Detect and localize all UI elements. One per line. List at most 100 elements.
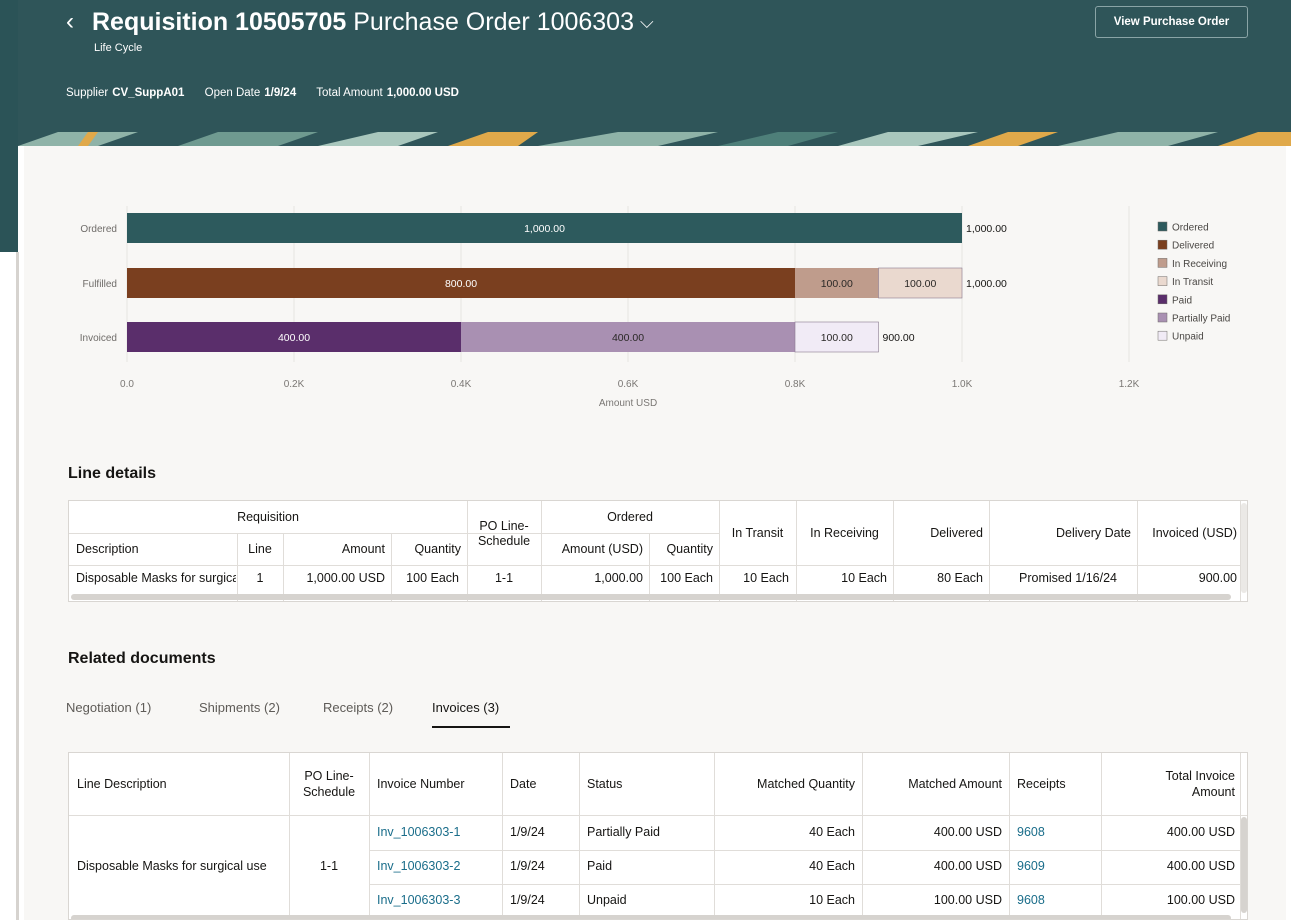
legend-swatch <box>1157 330 1168 341</box>
x-tick-label: 0.6K <box>618 379 639 390</box>
tab-receipts[interactable]: Receipts (2) <box>323 700 393 715</box>
y-category-label: Ordered <box>80 224 117 235</box>
legend-swatch <box>1157 258 1168 268</box>
invoice-matched-amount-1: 400.00 USD <box>933 825 1002 839</box>
active-tab-indicator <box>432 726 510 728</box>
col-line: Line <box>248 542 272 556</box>
supplier-value: CV_SuppA01 <box>112 87 185 99</box>
bar-data-label: 400.00 <box>278 332 310 344</box>
receipt-link-3[interactable]: 9608 <box>1017 893 1045 907</box>
col-delivery-date: Delivery Date <box>1055 526 1131 540</box>
page-subtitle: Life Cycle <box>94 42 143 54</box>
col-receipts: Receipts <box>1017 777 1066 791</box>
bar-total-label: 1,000.00 <box>966 223 1007 235</box>
col-po-line-schedule-line2: Schedule <box>302 785 356 799</box>
line-details-table: Requisition PO Line- Schedule Ordered De… <box>68 500 1248 602</box>
banner-art <box>18 132 1291 146</box>
legend-swatch <box>1157 239 1168 250</box>
x-tick-label: 0.8K <box>785 379 806 390</box>
x-tick-label: 0.2K <box>284 379 305 390</box>
line-details-title: Line details <box>68 465 157 482</box>
col-quantity: Quantity <box>414 542 461 556</box>
po-line-schedule-header-line2: Schedule <box>477 534 531 548</box>
legend-label: Paid <box>1172 295 1192 306</box>
col-total-invoice-line1: Total Invoice <box>1165 769 1235 783</box>
tab-invoices[interactable]: Invoices (3) <box>432 700 499 715</box>
inv-line-description: Disposable Masks for surgical use <box>77 859 267 873</box>
open-date-value: 1/9/24 <box>264 87 297 99</box>
supplier-label: Supplier <box>66 87 109 99</box>
y-category-label: Invoiced <box>80 333 117 344</box>
line-details-vscroll[interactable] <box>1241 503 1247 593</box>
col-matched-quantity: Matched Quantity <box>757 777 855 791</box>
legend-label: Delivered <box>1172 241 1214 252</box>
row-po-line-schedule: 1-1 <box>494 571 514 585</box>
invoice-date-1: 1/9/24 <box>510 825 545 839</box>
invoice-date-3: 1/9/24 <box>510 893 545 907</box>
legend-label: Partially Paid <box>1172 314 1230 325</box>
col-date: Date <box>510 777 537 791</box>
col-po-line-schedule: PO Line- Schedule <box>289 768 369 800</box>
ordered-group-header: Ordered <box>607 510 653 524</box>
tab-shipments[interactable]: Shipments (2) <box>199 700 280 715</box>
col-description: Description <box>76 542 139 556</box>
col-line-description: Line Description <box>77 777 167 791</box>
legend-label: In Transit <box>1172 277 1213 288</box>
col-delivered: Delivered <box>930 526 983 540</box>
x-tick-label: 1.0K <box>952 379 973 390</box>
left-scrollbar[interactable] <box>16 252 19 920</box>
col-ordered-amount: Amount (USD) <box>561 542 643 556</box>
row-delivery-date: Promised 1/16/24 <box>1019 571 1117 585</box>
row-ordered-quantity: 100 Each <box>660 571 713 585</box>
col-total-invoice-line2: Amount <box>1191 785 1235 799</box>
invoice-status-2: Paid <box>587 859 613 873</box>
related-documents-title: Related documents <box>68 650 216 667</box>
invoices-vscroll[interactable] <box>1241 817 1247 913</box>
y-category-label: Fulfilled <box>83 279 117 290</box>
row-amount: 1,000.00 USD <box>306 571 385 585</box>
chevron-down-icon[interactable]: ⌵ <box>640 12 654 32</box>
requisition-title: Requisition 10505705 <box>92 8 347 36</box>
tab-negotiation[interactable]: Negotiation (1) <box>66 700 151 715</box>
x-tick-label: 0.0 <box>120 379 134 390</box>
back-chevron-icon[interactable]: ‹ <box>66 8 74 36</box>
row-description: Disposable Masks for surgical use <box>76 571 236 585</box>
invoice-date-2: 1/9/24 <box>510 859 545 873</box>
col-in-receiving: In Receiving <box>810 526 879 540</box>
x-tick-label: 0.4K <box>451 379 472 390</box>
legend-label: Unpaid <box>1172 332 1204 343</box>
invoices-hscroll[interactable] <box>71 915 1231 919</box>
lifecycle-chart: 0.0 0.2K 0.4K 0.6K 0.8K 1.0K 1.2K Amount USD Ord… <box>80 206 1230 409</box>
receipt-link-2[interactable]: 9609 <box>1017 859 1045 873</box>
bar-data-label: 100.00 <box>821 278 853 290</box>
total-amount-value: 1,000.00 USD <box>386 87 459 99</box>
col-amount: Amount <box>341 542 385 556</box>
col-invoice-number: Invoice Number <box>377 777 465 791</box>
legend-swatch <box>1157 221 1168 232</box>
bar-data-label: 100.00 <box>904 278 936 290</box>
col-total-invoice-amount: Total Invoice Amount <box>1101 768 1235 800</box>
view-purchase-order-button[interactable]: View Purchase Order <box>1095 6 1248 38</box>
main-card: 0.0 0.2K 0.4K 0.6K 0.8K 1.0K 1.2K Amount USD Ord… <box>24 146 1286 920</box>
invoice-link-3[interactable]: Inv_1006303-3 <box>377 893 460 907</box>
invoice-status-3: Unpaid <box>587 893 627 907</box>
po-title: Purchase Order 1006303 <box>353 8 634 36</box>
row-delivered: 80 Each <box>937 571 983 585</box>
row-ordered-amount: 1,000.00 <box>594 571 643 585</box>
row-quantity: 100 Each <box>406 571 459 585</box>
legend-label: In Receiving <box>1172 259 1227 270</box>
invoice-link-2[interactable]: Inv_1006303-2 <box>377 859 460 873</box>
invoice-link-1[interactable]: Inv_1006303-1 <box>377 825 460 839</box>
bar-data-label: 800.00 <box>445 278 477 290</box>
invoice-matched-qty-3: 10 Each <box>809 893 855 907</box>
col-invoiced: Invoiced (USD) <box>1152 526 1237 540</box>
receipt-link-1[interactable]: 9608 <box>1017 825 1045 839</box>
x-tick-label: 1.2K <box>1119 379 1140 390</box>
invoice-total-2: 400.00 USD <box>1166 859 1235 873</box>
bar-data-label: 1,000.00 <box>524 223 565 235</box>
line-details-scrollbar[interactable] <box>71 594 1231 600</box>
legend-swatch <box>1157 294 1168 305</box>
open-date-label: Open Date <box>204 87 261 99</box>
row-line: 1 <box>256 571 264 585</box>
decorative-banner <box>18 132 1291 146</box>
